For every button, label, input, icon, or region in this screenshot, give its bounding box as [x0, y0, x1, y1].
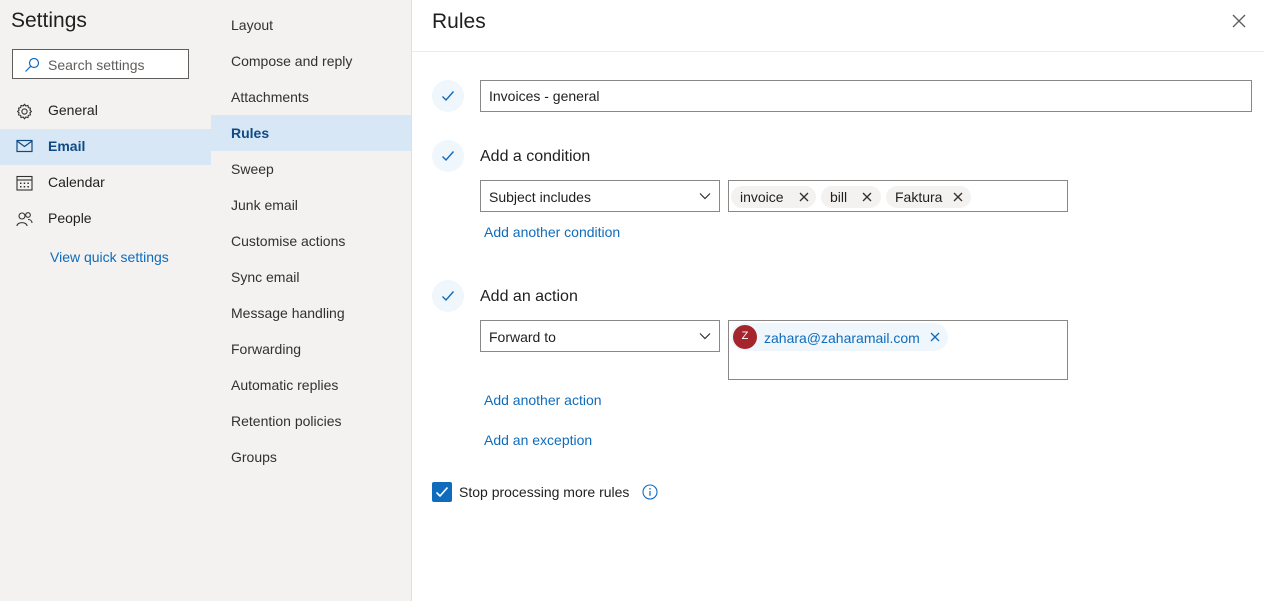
close-icon [1232, 14, 1246, 28]
chevron-down-icon [699, 333, 711, 340]
people-icon [16, 212, 33, 227]
remove-icon[interactable] [799, 192, 809, 202]
step-complete-indicator [432, 80, 464, 112]
stop-processing-label: Stop processing more rules [459, 484, 630, 500]
nav-item-email[interactable]: Email [0, 129, 211, 165]
menu-item-junk-email[interactable]: Junk email [211, 187, 411, 223]
action-dropdown-value: Forward to [489, 329, 556, 345]
gear-icon [16, 103, 33, 120]
menu-item-label: Sweep [231, 161, 274, 177]
action-section-title: Add an action [480, 288, 578, 305]
action-dropdown[interactable]: Forward to [480, 320, 720, 352]
keyword-chip: invoice [731, 186, 816, 208]
step-complete-indicator [432, 280, 464, 312]
menu-item-message-handling[interactable]: Message handling [211, 295, 411, 331]
nav-item-calendar[interactable]: Calendar [0, 165, 211, 201]
menu-item-retention-policies[interactable]: Retention policies [211, 403, 411, 439]
search-icon [25, 57, 40, 72]
menu-item-rules[interactable]: Rules [211, 115, 411, 151]
nav-item-general[interactable]: General [0, 93, 211, 129]
condition-dropdown-value: Subject includes [489, 189, 591, 205]
menu-item-forwarding[interactable]: Forwarding [211, 331, 411, 367]
recipient-email: zahara@zaharamail.com [764, 330, 920, 346]
settings-title: Settings [11, 9, 87, 32]
email-settings-menu: Layout Compose and reply Attachments Rul… [211, 0, 412, 601]
condition-dropdown[interactable]: Subject includes [480, 180, 720, 212]
menu-item-label: Rules [231, 125, 270, 141]
forward-recipients-field[interactable]: Z zahara@zaharamail.com [728, 320, 1068, 380]
menu-item-attachments[interactable]: Attachments [211, 79, 411, 115]
close-button[interactable] [1230, 12, 1248, 30]
menu-item-label: Junk email [231, 197, 298, 213]
add-exception-link[interactable]: Add an exception [484, 432, 592, 448]
keyword-chip-label: Faktura [895, 189, 943, 205]
menu-item-sync-email[interactable]: Sync email [211, 259, 411, 295]
add-another-action-link[interactable]: Add another action [484, 392, 602, 408]
rules-title: Rules [432, 10, 486, 33]
nav-label-people: People [48, 210, 92, 226]
chevron-down-icon [699, 193, 711, 200]
stop-processing-checkbox[interactable] [432, 482, 452, 502]
menu-item-sweep[interactable]: Sweep [211, 151, 411, 187]
keyword-chip-label: invoice [740, 189, 784, 205]
remove-icon[interactable] [930, 332, 940, 342]
menu-item-label: Automatic replies [231, 377, 339, 393]
menu-item-label: Retention policies [231, 413, 342, 429]
menu-item-label: Message handling [231, 305, 345, 321]
menu-item-label: Layout [231, 17, 274, 33]
menu-item-label: Groups [231, 449, 277, 465]
nav-label-email: Email [48, 138, 86, 154]
checkmark-icon [442, 91, 455, 102]
mail-icon [16, 139, 33, 153]
nav-label-general: General [48, 102, 98, 118]
menu-item-label: Attachments [231, 89, 309, 105]
checkmark-icon [435, 486, 449, 498]
avatar-initial: Z [741, 330, 749, 342]
info-button[interactable] [642, 484, 658, 500]
keyword-chip: bill [821, 186, 881, 208]
menu-item-label: Compose and reply [231, 53, 353, 69]
menu-item-label: Customise actions [231, 233, 346, 249]
menu-item-label: Forwarding [231, 341, 302, 357]
checkmark-icon [442, 291, 455, 302]
step-complete-indicator [432, 140, 464, 172]
header-divider [412, 51, 1264, 52]
keyword-chip: Faktura [886, 186, 971, 208]
remove-icon[interactable] [862, 192, 872, 202]
menu-item-layout[interactable]: Layout [211, 7, 411, 43]
menu-item-compose-and-reply[interactable]: Compose and reply [211, 43, 411, 79]
search-settings-input[interactable]: Search settings [12, 49, 189, 79]
view-quick-settings-link[interactable]: View quick settings [50, 249, 169, 265]
info-icon [642, 484, 658, 500]
menu-item-groups[interactable]: Groups [211, 439, 411, 475]
add-another-condition-link[interactable]: Add another condition [484, 224, 620, 240]
menu-item-automatic-replies[interactable]: Automatic replies [211, 367, 411, 403]
menu-item-customise-actions[interactable]: Customise actions [211, 223, 411, 259]
settings-sidebar: Settings Search settings General Email C… [0, 0, 211, 601]
nav-item-people[interactable]: People [0, 201, 211, 237]
keyword-chip-label: bill [830, 189, 848, 205]
remove-icon[interactable] [953, 192, 963, 202]
recipient-chip: Z zahara@zaharamail.com [731, 323, 948, 351]
rule-name-input[interactable] [480, 80, 1252, 112]
calendar-icon [16, 175, 33, 191]
checkmark-icon [442, 151, 455, 162]
condition-section-title: Add a condition [480, 148, 591, 165]
nav-label-calendar: Calendar [48, 174, 105, 190]
search-placeholder: Search settings [48, 57, 145, 73]
menu-item-label: Sync email [231, 269, 300, 285]
avatar: Z [733, 325, 757, 349]
condition-keywords-field[interactable]: invoice bill Faktura [728, 180, 1068, 212]
